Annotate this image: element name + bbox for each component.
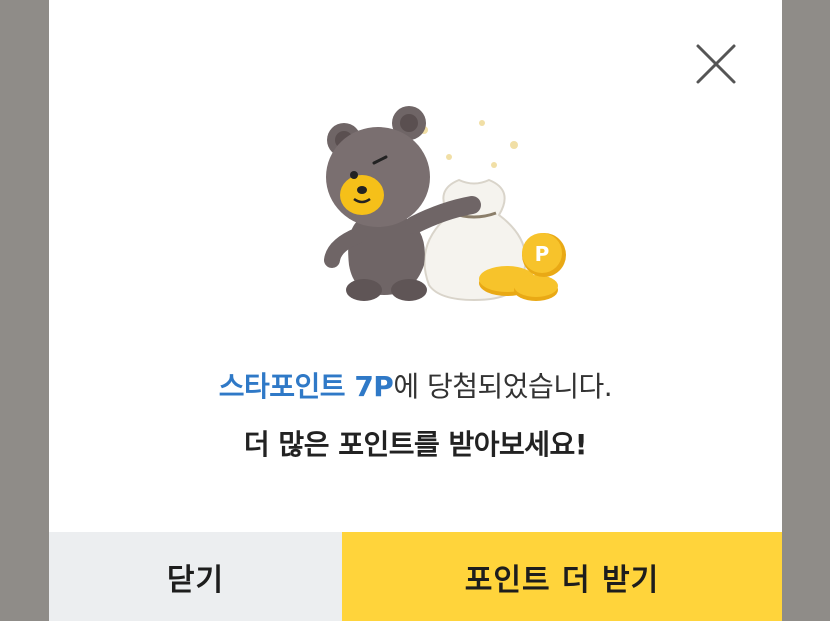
promo-message: 더 많은 포인트를 받아보세요! <box>243 428 588 461</box>
get-more-points-button[interactable]: 포인트 더 받기 <box>342 532 782 621</box>
bear-with-money-bag-illustration: P <box>274 95 574 315</box>
close-icon[interactable] <box>694 42 738 86</box>
win-message: 스타포인트 7P에 당첨되었습니다. <box>49 365 782 405</box>
points-highlight: 스타포인트 7P <box>218 370 394 403</box>
reward-dialog: P 스타포인트 7P에 당첨되었습니다. 더 많은 포인트를 받아보세요! 닫기… <box>49 0 782 621</box>
close-button[interactable]: 닫기 <box>49 532 342 621</box>
win-message-rest: 에 당첨되었습니다. <box>393 370 613 403</box>
dialog-button-bar: 닫기 포인트 더 받기 <box>49 532 782 621</box>
coin-label: P <box>535 242 550 266</box>
